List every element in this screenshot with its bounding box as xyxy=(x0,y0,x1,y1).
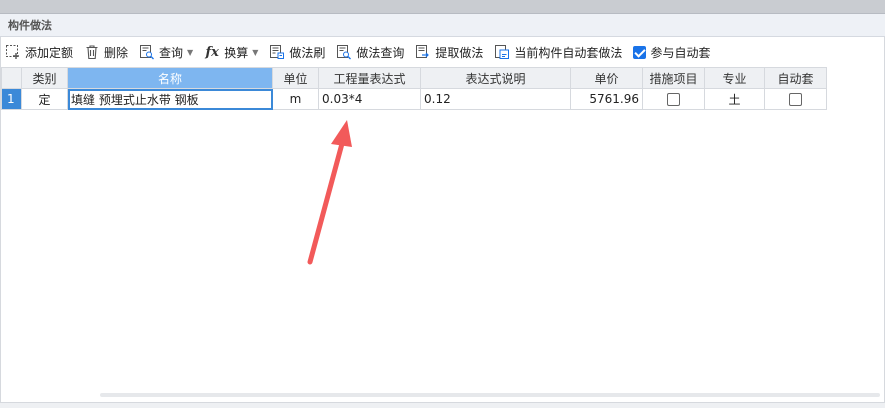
row-number-header xyxy=(1,67,22,89)
header-category[interactable]: 类别 xyxy=(21,67,68,89)
extract-icon xyxy=(415,44,431,60)
method-query-icon xyxy=(336,44,352,60)
row-number[interactable]: 1 xyxy=(1,88,22,110)
horizontal-scrollbar[interactable] xyxy=(100,393,880,397)
panel-title: 构件做法 xyxy=(0,14,885,37)
table-header-row: 类别 名称 单位 工程量表达式 表达式说明 单价 措施项目 专业 自动套 xyxy=(1,67,827,89)
cell-measure-item[interactable] xyxy=(642,88,705,110)
header-discipline[interactable]: 专业 xyxy=(704,67,765,89)
convert-button[interactable]: fx 换算 ▼ xyxy=(204,41,259,63)
window-top-strip xyxy=(0,0,885,14)
header-expression[interactable]: 工程量表达式 xyxy=(318,67,421,89)
chevron-down-icon[interactable]: ▼ xyxy=(252,48,258,57)
extract-method-label: 提取做法 xyxy=(435,45,484,60)
toolbar: 添加定额 删除 查询 ▼ fx 换算 ▼ 做法刷 做法查询 提取做法 当前构件自… xyxy=(0,38,885,66)
auto-apply-current-label: 当前构件自动套做法 xyxy=(514,45,623,60)
header-price[interactable]: 单价 xyxy=(570,67,643,89)
header-measure-item[interactable]: 措施项目 xyxy=(642,67,705,89)
cell-auto-apply[interactable] xyxy=(764,88,827,110)
chevron-down-icon[interactable]: ▼ xyxy=(187,48,193,57)
cell-category[interactable]: 定 xyxy=(21,88,68,110)
delete-button[interactable]: 删除 xyxy=(84,41,128,63)
annotation-arrow-shaft xyxy=(307,137,346,265)
annotation-arrow-head xyxy=(331,120,352,147)
method-brush-button[interactable]: 做法刷 xyxy=(269,41,325,63)
header-explanation[interactable]: 表达式说明 xyxy=(420,67,571,89)
cell-unit[interactable]: m xyxy=(272,88,319,110)
add-quota-icon xyxy=(5,44,21,60)
auto-apply-icon xyxy=(494,44,510,60)
cell-price[interactable]: 5761.96 xyxy=(570,88,643,110)
header-name[interactable]: 名称 xyxy=(67,67,273,89)
join-auto-apply-toggle[interactable]: 参与自动套 xyxy=(633,41,710,63)
header-unit[interactable]: 单位 xyxy=(272,67,319,89)
query-label: 查询 xyxy=(159,45,184,60)
join-auto-apply-label: 参与自动套 xyxy=(650,45,711,60)
header-auto-apply[interactable]: 自动套 xyxy=(764,67,827,89)
convert-label: 换算 xyxy=(224,45,249,60)
cell-explanation[interactable]: 0.12 xyxy=(420,88,571,110)
method-query-label: 做法查询 xyxy=(356,45,405,60)
trash-icon xyxy=(84,44,100,60)
cell-name[interactable]: 填缝 预埋式止水带 钢板 xyxy=(67,88,273,110)
function-icon: fx xyxy=(205,44,219,60)
extract-method-button[interactable]: 提取做法 xyxy=(415,41,483,63)
add-quota-button[interactable]: 添加定额 xyxy=(5,41,73,63)
add-quota-label: 添加定额 xyxy=(25,45,74,60)
measure-item-checkbox[interactable] xyxy=(667,93,680,106)
query-icon xyxy=(139,44,155,60)
join-auto-apply-checkbox[interactable] xyxy=(633,45,647,59)
auto-apply-current-button[interactable]: 当前构件自动套做法 xyxy=(494,41,622,63)
method-brush-icon xyxy=(269,44,285,60)
panel-bottom-strip xyxy=(0,402,885,408)
method-table: 类别 名称 单位 工程量表达式 表达式说明 单价 措施项目 专业 自动套 1 定… xyxy=(1,67,827,110)
cell-discipline[interactable]: 土 xyxy=(704,88,765,110)
cell-expression[interactable]: 0.03*4 xyxy=(318,88,421,110)
table-row[interactable]: 1 定 填缝 预埋式止水带 钢板 m 0.03*4 0.12 5761.96 土 xyxy=(1,88,827,110)
delete-label: 删除 xyxy=(104,45,129,60)
query-button[interactable]: 查询 ▼ xyxy=(139,41,193,63)
method-query-button[interactable]: 做法查询 xyxy=(336,41,404,63)
method-brush-label: 做法刷 xyxy=(289,45,326,60)
auto-apply-checkbox[interactable] xyxy=(789,93,802,106)
